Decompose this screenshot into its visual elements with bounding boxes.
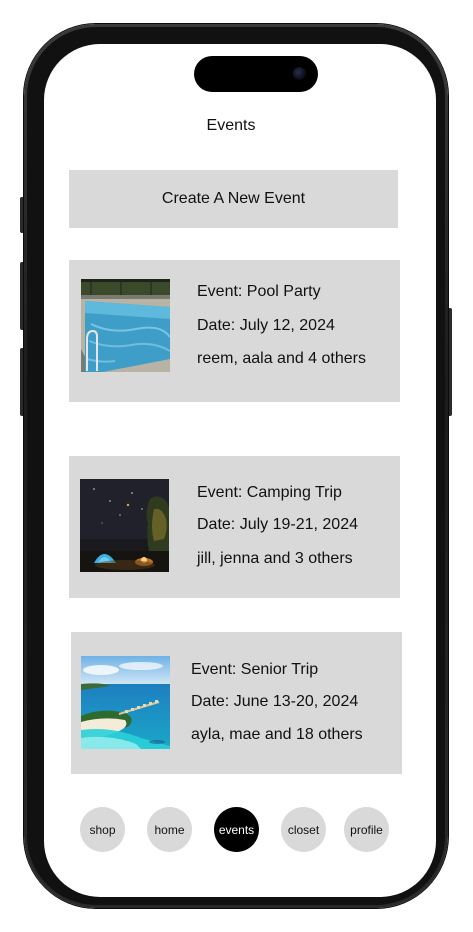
event-attendees: reem, aala and 4 others bbox=[197, 350, 366, 367]
event-date: Date: July 12, 2024 bbox=[197, 317, 335, 334]
page-title: Events bbox=[206, 117, 256, 134]
event-card-pool-party[interactable]: Event: Pool Party Date: July 12, 2024 re… bbox=[69, 260, 400, 402]
dynamic-island bbox=[194, 56, 318, 92]
event-name: Event: Camping Trip bbox=[197, 484, 342, 501]
nav-events-button[interactable]: events bbox=[214, 807, 259, 852]
nav-profile-button[interactable]: profile bbox=[344, 807, 389, 852]
event-attendees: ayla, mae and 18 others bbox=[191, 726, 363, 743]
nav-home-button[interactable]: home bbox=[147, 807, 192, 852]
event-card-senior-trip[interactable]: Event: Senior Trip Date: June 13-20, 202… bbox=[71, 632, 402, 774]
create-event-button[interactable]: Create A New Event bbox=[69, 170, 398, 228]
event-date: Date: July 19-21, 2024 bbox=[197, 516, 358, 533]
event-date: Date: June 13-20, 2024 bbox=[191, 693, 359, 710]
camera-icon bbox=[293, 67, 306, 80]
event-card-camping-trip[interactable]: Event: Camping Trip Date: July 19-21, 20… bbox=[69, 456, 400, 598]
event-name: Event: Pool Party bbox=[197, 283, 321, 300]
campsite-night-photo bbox=[80, 479, 169, 572]
nav-closet-button[interactable]: closet bbox=[281, 807, 326, 852]
event-name: Event: Senior Trip bbox=[191, 661, 319, 678]
pool-photo bbox=[81, 279, 170, 372]
event-attendees: jill, jenna and 3 others bbox=[197, 550, 353, 567]
tropical-beach-photo bbox=[81, 656, 170, 749]
nav-shop-button[interactable]: shop bbox=[80, 807, 125, 852]
